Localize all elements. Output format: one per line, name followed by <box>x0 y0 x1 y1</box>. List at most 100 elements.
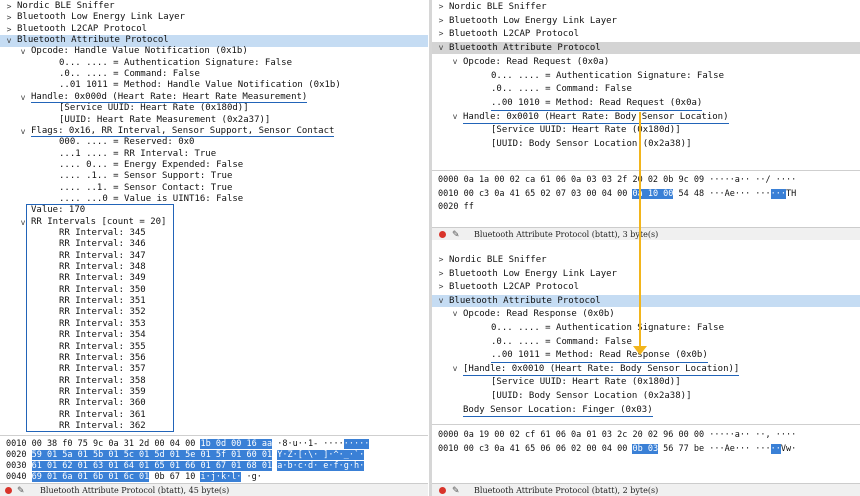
tree-row[interactable]: v Bluetooth Attribute Protocol <box>432 294 860 307</box>
tree-row[interactable]: > Bluetooth Low Energy Link Layer <box>0 12 428 24</box>
tree-row[interactable]: v [Handle: 0x0010 (Heart Rate: Body Senso… <box>432 363 860 377</box>
right-bottom-status-bar: ✎ Bluetooth Attribute Protocol (btatt), … <box>432 483 860 496</box>
tree-row[interactable]: 0... .... = Authentication Signature: Fa… <box>432 322 860 334</box>
right-top-packet-bytes-pane: 0000 0a 1a 00 02 ca 61 06 0a 03 03 2f 20… <box>432 170 860 226</box>
hex-bytes: 0010 00 c3 0a 41 65 02 07 03 00 04 00 <box>438 188 633 199</box>
hex-dump-line[interactable]: 0000 0a 19 00 02 cf 61 06 0a 01 03 2c 20… <box>438 429 796 441</box>
tree-row[interactable]: 0... .... = Authentication Signature: Fa… <box>0 58 428 70</box>
chevron-right-icon[interactable]: > <box>436 254 446 266</box>
chevron-right-icon[interactable]: > <box>436 1 446 13</box>
hex-dump-line[interactable]: 0040 69 01 6a 01 6b 01 6c 01 0b 67 10 i·… <box>6 471 262 483</box>
tree-row[interactable]: > Bluetooth Low Energy Link Layer <box>432 268 860 280</box>
hex-bytes: ·8·u··1- ···· <box>272 439 344 449</box>
chevron-down-icon[interactable]: v <box>4 35 14 47</box>
pencil-icon[interactable]: ✎ <box>452 485 460 496</box>
hex-dump-line[interactable]: 0000 0a 1a 00 02 ca 61 06 0a 03 03 2f 20… <box>438 174 796 186</box>
tree-row-label: Bluetooth Low Energy Link Layer <box>449 15 617 26</box>
tree-row[interactable]: > Bluetooth L2CAP Protocol <box>432 281 860 293</box>
hex-bytes: 56 77 be ···Ae··· ··· <box>658 443 771 454</box>
right-top-status-bar: ✎ Bluetooth Attribute Protocol (btatt), … <box>432 227 860 240</box>
tree-row[interactable]: v Handle: 0x0010 (Heart Rate: Body Sensor… <box>432 111 860 125</box>
right-top-packet-details-pane: > Nordic BLE Sniffer > Bluetooth Low Energy… <box>432 0 860 168</box>
tree-row[interactable]: [Service UUID: Heart Rate (0x180d)] <box>432 124 860 136</box>
tree-row[interactable]: v Bluetooth Attribute Protocol <box>432 42 860 55</box>
status-dot-icon[interactable] <box>439 487 446 494</box>
tree-row[interactable]: .... .1.. = Sensor Support: True <box>0 171 428 183</box>
tree-row[interactable]: ...1 .... = RR Interval: True <box>0 149 428 161</box>
chevron-down-icon[interactable]: v <box>18 126 28 138</box>
chevron-right-icon[interactable]: > <box>4 12 14 24</box>
chevron-down-icon[interactable]: v <box>18 46 28 58</box>
pencil-icon[interactable]: ✎ <box>452 229 460 242</box>
tree-row-label: Bluetooth Attribute Protocol <box>449 43 601 54</box>
tree-row-label: 0... .... = Authentication Signature: Fa… <box>59 57 292 68</box>
tree-row[interactable]: 0... .... = Authentication Signature: Fa… <box>432 70 860 82</box>
tree-row-label: .... ...0 = Value is UINT16: False <box>59 193 244 204</box>
right-top-status-text: Bluetooth Attribute Protocol (btatt), 3 … <box>474 230 659 239</box>
pencil-icon[interactable]: ✎ <box>17 485 25 496</box>
tree-row[interactable]: > Bluetooth L2CAP Protocol <box>0 24 428 36</box>
chevron-right-icon[interactable]: > <box>4 24 14 36</box>
tree-row[interactable]: v Opcode: Read Request (0x0a) <box>432 56 860 68</box>
tree-row-label: [UUID: Body Sensor Location (0x2a38)] <box>491 391 692 401</box>
tree-row[interactable]: ..00 1010 = Method: Read Request (0x0a) <box>432 97 860 111</box>
annotation-arrow-line <box>639 112 641 350</box>
tree-row-label: [Service UUID: Heart Rate (0x180d)] <box>59 103 249 114</box>
tree-row-label: Bluetooth Attribute Protocol <box>449 295 601 306</box>
tree-row[interactable]: .... ..1. = Sensor Contact: True <box>0 183 428 195</box>
tree-row[interactable]: Body Sensor Location: Finger (0x03) <box>432 404 860 418</box>
tree-row[interactable]: > Nordic BLE Sniffer <box>432 1 860 13</box>
hex-bytes: 0020 <box>6 450 32 460</box>
rr-intervals-highlight-box <box>26 204 174 432</box>
tree-row-label: [Service UUID: Heart Rate (0x180d)] <box>491 377 681 388</box>
chevron-right-icon[interactable]: > <box>4 1 14 13</box>
tree-row[interactable]: v Handle: 0x000d (Heart Rate: Heart Rate … <box>0 92 428 104</box>
tree-row-label: Handle: 0x000d (Heart Rate: Heart Rate M… <box>31 91 308 104</box>
tree-row[interactable]: v Opcode: Handle Value Notification (0x1b… <box>0 46 428 58</box>
tree-row[interactable]: .... 0... = Energy Expended: False <box>0 160 428 172</box>
tree-row-label: .... ..1. = Sensor Contact: True <box>59 182 233 193</box>
status-dot-icon[interactable] <box>439 231 446 238</box>
chevron-down-icon[interactable]: v <box>436 295 446 307</box>
hex-selected-bytes: 69 01 6a 01 6b 01 6c 01 <box>31 472 150 482</box>
tree-row[interactable]: [Service UUID: Heart Rate (0x180d)] <box>432 376 860 388</box>
hex-dump-line[interactable]: 0020 ff <box>438 201 474 213</box>
tree-row-label: Bluetooth L2CAP Protocol <box>449 29 580 40</box>
chevron-down-icon[interactable]: v <box>450 308 460 320</box>
hex-bytes: 54 48 ···Ae··· ··· <box>673 188 771 199</box>
chevron-down-icon[interactable]: v <box>450 56 460 68</box>
tree-row[interactable]: v Flags: 0x16, RR Interval, Sensor Suppor… <box>0 126 428 138</box>
tree-row[interactable]: 000. .... = Reserved: 0x0 <box>0 137 428 149</box>
tree-row[interactable]: ..01 1011 = Method: Handle Value Notific… <box>0 80 428 92</box>
chevron-right-icon[interactable]: > <box>436 268 446 280</box>
chevron-down-icon[interactable]: v <box>450 363 460 375</box>
tree-row[interactable]: [UUID: Body Sensor Location (0x2a38)] <box>432 138 860 150</box>
tree-row[interactable]: > Nordic BLE Sniffer <box>432 254 860 266</box>
tree-row[interactable]: .0.. .... = Command: False <box>432 83 860 95</box>
chevron-right-icon[interactable]: > <box>436 15 446 27</box>
chevron-down-icon[interactable]: v <box>18 92 28 104</box>
tree-row[interactable]: > Bluetooth L2CAP Protocol <box>432 28 860 40</box>
tree-row[interactable]: [Service UUID: Heart Rate (0x180d)] <box>0 103 428 115</box>
tree-row[interactable]: [UUID: Body Sensor Location (0x2a38)] <box>432 390 860 402</box>
status-dot-icon[interactable] <box>5 487 12 494</box>
tree-row[interactable]: v Bluetooth Attribute Protocol <box>0 35 428 48</box>
tree-row[interactable]: .0.. .... = Command: False <box>0 69 428 81</box>
hex-dump-line[interactable]: 0010 00 c3 0a 41 65 02 07 03 00 04 00 0a… <box>438 188 796 200</box>
right-bottom-status-text: Bluetooth Attribute Protocol (btatt), 2 … <box>474 486 659 495</box>
tree-row[interactable]: v Opcode: Read Response (0x0b) <box>432 308 860 320</box>
tree-row-label: Handle: 0x0010 (Heart Rate: Body Sensor … <box>463 111 729 125</box>
tree-row[interactable]: > Bluetooth Low Energy Link Layer <box>432 15 860 27</box>
chevron-right-icon[interactable]: > <box>436 281 446 293</box>
tree-row[interactable]: [UUID: Heart Rate Measurement (0x2a37)] <box>0 115 428 127</box>
chevron-down-icon[interactable]: v <box>450 111 460 123</box>
chevron-down-icon[interactable]: v <box>436 42 446 54</box>
hex-selected-bytes: ··· <box>770 188 787 199</box>
hex-selected-bytes: Y·Z·[·\· ]·^·_·`· <box>277 450 365 460</box>
tree-row[interactable]: > Nordic BLE Sniffer <box>0 1 428 13</box>
hex-dump-line[interactable]: 0010 00 c3 0a 41 65 06 06 02 00 04 00 0b… <box>438 443 796 455</box>
chevron-right-icon[interactable]: > <box>436 28 446 40</box>
hex-selected-bytes: 0b 03 <box>632 443 659 454</box>
hex-bytes: 0030 <box>6 461 32 471</box>
hex-selected-bytes: i·j·k·l· <box>200 472 242 482</box>
